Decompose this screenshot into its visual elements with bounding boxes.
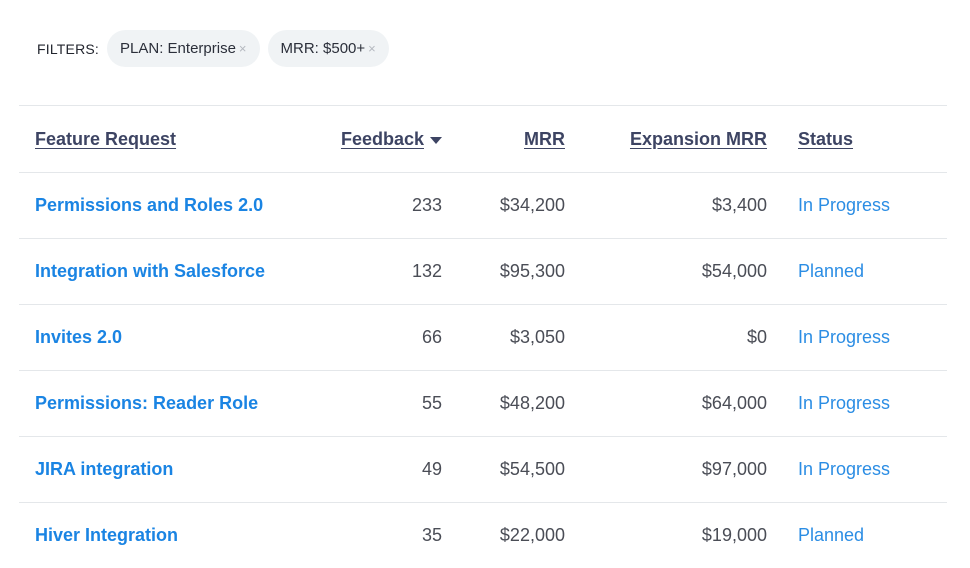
mrr-value: $54,500: [499, 459, 565, 479]
status-value: Planned: [798, 261, 865, 281]
filter-chip-mrr[interactable]: MRR: $500+ ×: [267, 30, 389, 67]
remove-filter-icon[interactable]: ×: [239, 42, 247, 55]
expansion-mrr-value: $54,000: [701, 261, 767, 281]
filters-bar: FILTERS: PLAN: Enterprise × MRR: $500+ ×: [37, 30, 389, 67]
table-row[interactable]: Invites 2.0 66 $3,050 $0 In Progress: [19, 305, 947, 371]
column-header-status[interactable]: Status: [798, 129, 853, 150]
table-row[interactable]: Integration with Salesforce 132 $95,300 …: [19, 239, 947, 305]
mrr-value: $34,200: [499, 195, 565, 215]
feature-requests-table: Feature Request Feedback MRR Expansion M…: [19, 105, 947, 568]
expansion-mrr-value: $97,000: [701, 459, 767, 479]
expansion-mrr-value: $0: [746, 327, 767, 347]
feature-request-link[interactable]: Integration with Salesforce: [35, 261, 265, 282]
mrr-value: $22,000: [499, 525, 565, 545]
filter-chip-plan[interactable]: PLAN: Enterprise ×: [107, 30, 260, 67]
filters-label: FILTERS:: [37, 40, 100, 57]
column-header-feature-request[interactable]: Feature Request: [35, 129, 176, 150]
feedback-count: 55: [421, 393, 442, 413]
caret-down-icon[interactable]: [430, 136, 442, 144]
status-value: Planned: [798, 525, 865, 545]
column-header-mrr[interactable]: MRR: [524, 129, 565, 150]
feedback-count: 49: [421, 459, 442, 479]
table-row[interactable]: Permissions: Reader Role 55 $48,200 $64,…: [19, 371, 947, 437]
table-row[interactable]: Hiver Integration 35 $22,000 $19,000 Pla…: [19, 503, 947, 568]
column-header-feedback-label[interactable]: Feedback: [341, 129, 424, 150]
feature-request-link[interactable]: Hiver Integration: [35, 525, 178, 546]
mrr-value: $95,300: [499, 261, 565, 281]
remove-filter-icon[interactable]: ×: [368, 42, 376, 55]
mrr-value: $48,200: [499, 393, 565, 413]
feature-request-link[interactable]: JIRA integration: [35, 459, 173, 480]
expansion-mrr-value: $64,000: [701, 393, 767, 413]
table-row[interactable]: Permissions and Roles 2.0 233 $34,200 $3…: [19, 173, 947, 239]
feedback-count: 35: [421, 525, 442, 545]
mrr-value: $3,050: [509, 327, 565, 347]
feature-request-link[interactable]: Permissions and Roles 2.0: [35, 195, 263, 216]
status-value: In Progress: [798, 327, 891, 347]
expansion-mrr-value: $3,400: [711, 195, 767, 215]
status-value: In Progress: [798, 459, 891, 479]
feedback-count: 233: [411, 195, 442, 215]
status-value: In Progress: [798, 195, 891, 215]
expansion-mrr-value: $19,000: [701, 525, 767, 545]
table-row[interactable]: JIRA integration 49 $54,500 $97,000 In P…: [19, 437, 947, 503]
filter-chip-label: PLAN: Enterprise: [120, 40, 236, 57]
table-header-row: Feature Request Feedback MRR Expansion M…: [19, 106, 947, 173]
feature-request-link[interactable]: Permissions: Reader Role: [35, 393, 258, 414]
status-value: In Progress: [798, 393, 891, 413]
column-header-feedback[interactable]: Feedback: [341, 106, 442, 172]
feedback-count: 66: [421, 327, 442, 347]
feature-request-link[interactable]: Invites 2.0: [35, 327, 122, 348]
column-header-expansion-mrr[interactable]: Expansion MRR: [630, 129, 767, 150]
feedback-count: 132: [411, 261, 442, 281]
filter-chip-label: MRR: $500+: [280, 40, 366, 57]
